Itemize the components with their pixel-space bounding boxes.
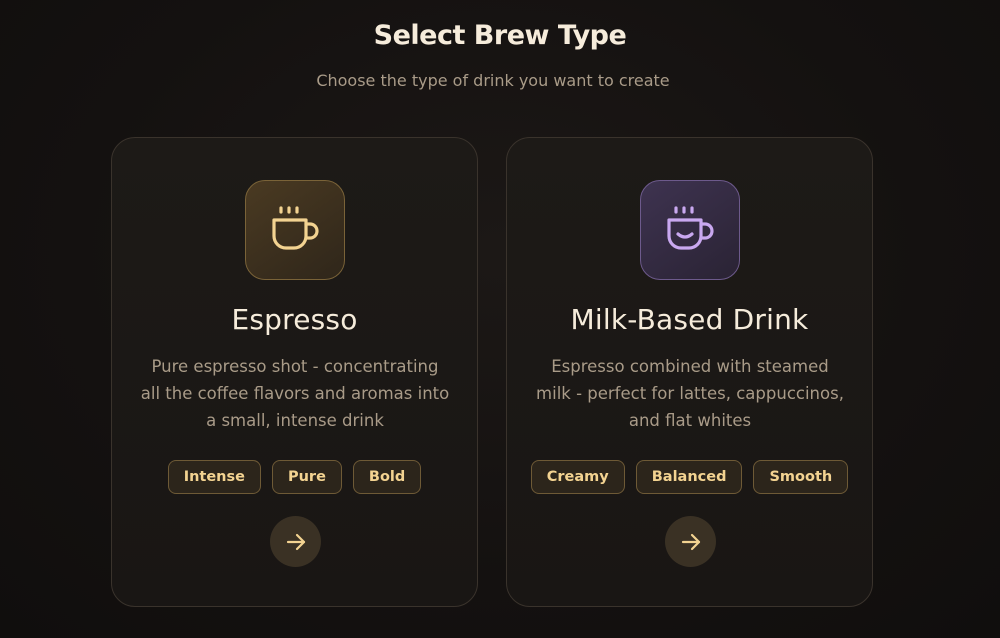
espresso-continue-button[interactable] bbox=[270, 516, 321, 567]
tag-balanced: Balanced bbox=[635, 460, 743, 494]
espresso-card[interactable]: Espresso Pure espresso shot - concentrat… bbox=[111, 137, 478, 607]
espresso-description: Pure espresso shot - concentrating all t… bbox=[140, 357, 450, 430]
espresso-icon-tile bbox=[245, 180, 345, 280]
arrow-right-icon bbox=[681, 533, 700, 550]
brew-type-page: Select Brew Type Choose the type of drin… bbox=[0, 0, 1000, 638]
milk-based-continue-button[interactable] bbox=[665, 516, 716, 567]
tag-intense: Intense bbox=[167, 460, 261, 494]
coffee-cup-icon bbox=[272, 206, 319, 250]
smiling-cup-icon bbox=[667, 206, 714, 250]
tag-smooth: Smooth bbox=[753, 460, 849, 494]
page-title: Select Brew Type bbox=[373, 20, 627, 51]
milk-based-title: Milk-Based Drink bbox=[570, 303, 809, 336]
page-subtitle: Choose the type of drink you want to cre… bbox=[316, 71, 670, 90]
tag-creamy: Creamy bbox=[530, 460, 625, 494]
milk-based-tags: Creamy Balanced Smooth bbox=[507, 460, 872, 494]
tag-bold: Bold bbox=[352, 460, 422, 494]
espresso-title: Espresso bbox=[231, 303, 358, 336]
milk-based-card[interactable]: Milk-Based Drink Espresso combined with … bbox=[506, 137, 873, 607]
arrow-right-icon bbox=[286, 533, 305, 550]
espresso-tags: Intense Pure Bold bbox=[112, 460, 477, 494]
milk-based-description: Espresso combined with steamed milk - pe… bbox=[536, 357, 844, 430]
tag-pure: Pure bbox=[271, 460, 342, 494]
milk-icon-tile bbox=[640, 180, 740, 280]
